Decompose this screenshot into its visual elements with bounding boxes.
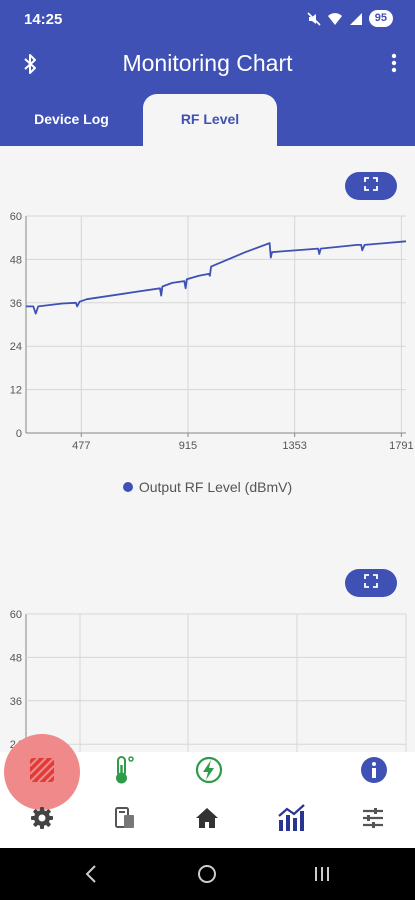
chart-content: 0 12 24 36 48 60 477 915 1353 1791 Output RF Leve…	[0, 146, 415, 752]
recents-icon[interactable]	[313, 865, 331, 888]
page-title: Monitoring Chart	[122, 50, 293, 76]
power-button[interactable]	[191, 754, 227, 790]
chart-icon	[276, 802, 306, 837]
alarm-button[interactable]	[4, 734, 80, 810]
tab-bar: Device Log RF Level	[0, 92, 415, 146]
legend-label: Output RF Level (dBmV)	[138, 479, 293, 495]
fullscreen-button[interactable]	[345, 172, 397, 200]
chart-button[interactable]	[274, 802, 308, 836]
second-chart: 24364860	[10, 609, 407, 752]
tab-rf-level[interactable]: RF Level	[143, 94, 277, 146]
adjust-button[interactable]	[357, 804, 389, 836]
rf-level-chart: 0 12 24 36 48 60 477 915 1353 1791	[10, 211, 414, 450]
mute-icon	[307, 11, 321, 26]
bottom-toolbar	[0, 734, 415, 848]
y-tick-label: 48	[10, 652, 22, 664]
more-vert-icon[interactable]	[391, 52, 397, 79]
y-tick-label: 60	[10, 211, 22, 223]
info-button[interactable]	[356, 754, 392, 790]
temperature-button[interactable]	[106, 754, 142, 790]
y-tick-label: 0	[16, 428, 22, 440]
status-icons: 95	[307, 10, 393, 27]
y-tick-label: 48	[10, 254, 22, 266]
battery-indicator: 95	[368, 10, 393, 27]
x-tick-label: 1353	[282, 440, 306, 450]
y-tick-label: 12	[10, 385, 22, 397]
y-tick-label: 36	[10, 298, 22, 310]
fullscreen-icon	[364, 573, 378, 593]
status-bar: 14:25 95	[0, 0, 415, 38]
app-bar: Monitoring Chart	[0, 38, 415, 92]
legend-marker	[122, 482, 133, 492]
device-icon	[113, 806, 137, 835]
home-nav-icon[interactable]	[197, 864, 217, 889]
chart-legend: Output RF Level (dBmV)	[0, 479, 415, 495]
power-bolt-icon	[195, 756, 223, 789]
wifi-icon	[327, 12, 343, 26]
y-tick-label: 24	[10, 341, 22, 353]
x-tick-label: 915	[179, 440, 197, 450]
info-icon	[360, 756, 388, 789]
y-tick-label: 36	[10, 696, 22, 708]
sliders-icon	[361, 806, 385, 835]
thermometer-icon	[110, 755, 138, 790]
back-icon[interactable]	[84, 864, 98, 889]
settings-icon	[30, 806, 54, 835]
home-icon	[195, 806, 219, 835]
fullscreen-button-2[interactable]	[345, 569, 397, 597]
tab-device-log[interactable]: Device Log	[0, 94, 143, 146]
x-tick-label: 477	[72, 440, 90, 450]
alarm-stripes-icon	[29, 756, 55, 788]
settings-button[interactable]	[26, 804, 58, 836]
device-button[interactable]	[109, 804, 141, 836]
home-button[interactable]	[191, 804, 223, 836]
y-tick-label: 60	[10, 609, 22, 621]
x-tick-label: 1791	[389, 440, 413, 450]
system-nav-bar	[0, 848, 415, 900]
signal-icon	[349, 12, 363, 26]
status-time: 14:25	[24, 11, 63, 28]
fullscreen-icon	[364, 176, 378, 196]
